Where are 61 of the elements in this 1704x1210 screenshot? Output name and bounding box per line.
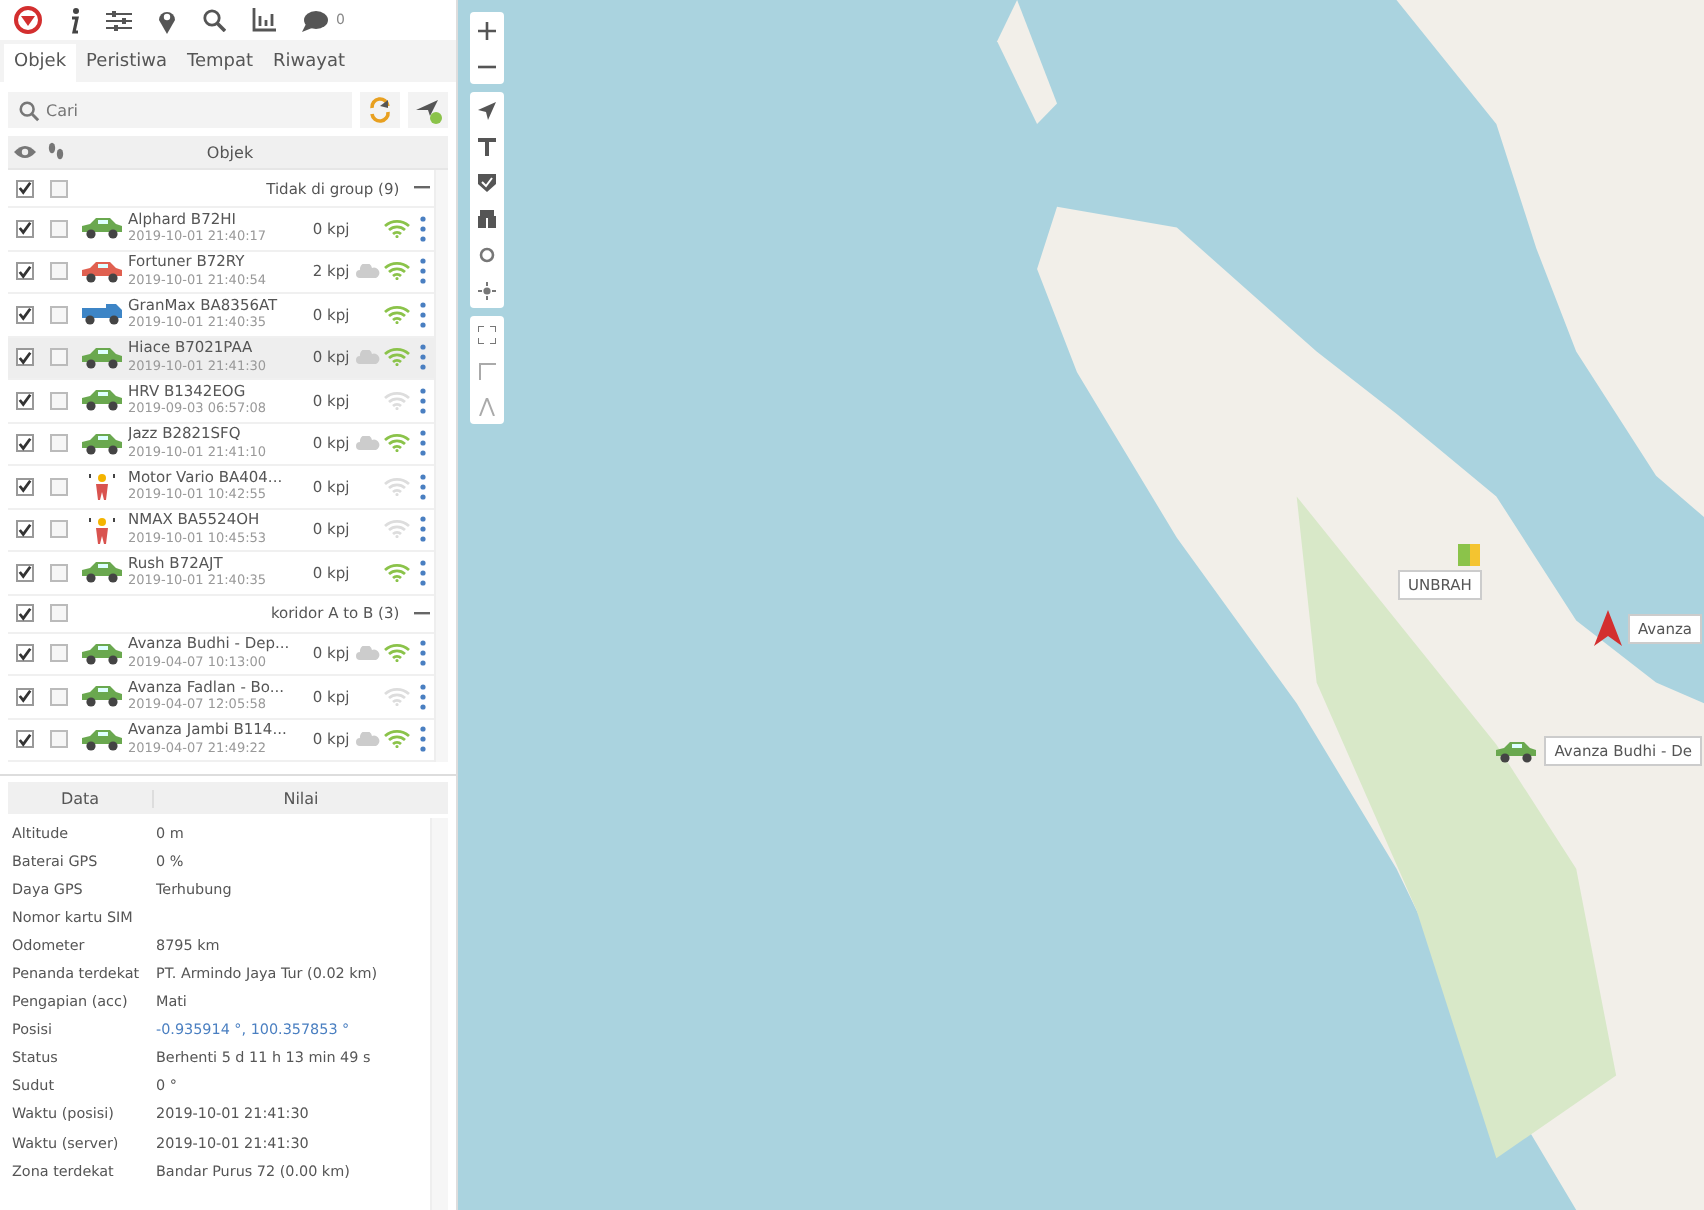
refresh-icon [366, 96, 394, 124]
checkbox[interactable] [50, 687, 68, 706]
column-header: Objek [204, 143, 256, 161]
checkbox[interactable] [50, 604, 68, 622]
text-tool-icon [478, 137, 496, 155]
checkbox[interactable] [16, 391, 34, 410]
checkbox[interactable] [16, 348, 34, 367]
add-object-icon [414, 96, 442, 124]
checkbox[interactable] [50, 219, 68, 238]
sun-icon [478, 281, 496, 299]
checkbox[interactable] [50, 477, 68, 496]
refresh-button[interactable] [360, 92, 400, 128]
ruler-icon [478, 361, 496, 379]
scrollbar[interactable] [433, 170, 448, 762]
checkbox[interactable] [50, 434, 68, 453]
zone-marker-icon[interactable] [1458, 544, 1480, 566]
checkbox[interactable] [16, 179, 34, 197]
column-header: Nilai [152, 789, 448, 807]
tab[interactable]: Peristiwa [76, 44, 177, 82]
sliders-icon[interactable] [106, 9, 132, 31]
logo-icon[interactable] [14, 6, 42, 34]
chart-icon[interactable] [252, 8, 276, 32]
checkbox[interactable] [16, 604, 34, 622]
tab[interactable]: Tempat [177, 44, 264, 82]
navigation-arrow-icon [478, 101, 496, 119]
checkbox[interactable] [50, 563, 68, 582]
fullscreen-icon [478, 325, 496, 343]
checkbox[interactable] [50, 305, 68, 324]
checkbox[interactable] [16, 520, 34, 539]
info-icon[interactable] [68, 7, 80, 33]
checkbox[interactable] [16, 563, 34, 582]
checkbox[interactable] [50, 348, 68, 367]
checkbox[interactable] [16, 434, 34, 453]
tab[interactable]: Riwayat [263, 44, 356, 82]
checkbox[interactable] [16, 730, 34, 749]
checkbox[interactable] [50, 520, 68, 539]
column-header: Data [58, 789, 102, 807]
angle-icon [478, 397, 496, 415]
checkbox[interactable] [50, 179, 68, 197]
add-object-button[interactable] [408, 92, 448, 128]
shield-check-icon [478, 173, 496, 191]
eye-icon [13, 144, 35, 160]
tab[interactable]: Objek [4, 44, 77, 82]
footprints-icon [48, 142, 64, 162]
car-marker-icon[interactable] [1494, 739, 1539, 763]
arrow-marker-icon[interactable] [1593, 610, 1622, 646]
zoom-in-icon [478, 21, 496, 39]
checkbox[interactable] [16, 687, 34, 706]
checkbox[interactable] [50, 262, 68, 281]
checkbox[interactable] [50, 644, 68, 663]
checkbox[interactable] [16, 305, 34, 324]
search-field[interactable]: Cari [8, 92, 352, 128]
checkbox[interactable] [16, 262, 34, 281]
checkbox[interactable] [50, 730, 68, 749]
location-pin-icon[interactable] [158, 7, 176, 33]
checkbox[interactable] [16, 219, 34, 238]
chat-icon[interactable] [302, 9, 328, 31]
checkbox[interactable] [50, 391, 68, 410]
checkbox[interactable] [16, 644, 34, 663]
checkbox[interactable] [16, 477, 34, 496]
search-icon[interactable] [202, 8, 226, 32]
